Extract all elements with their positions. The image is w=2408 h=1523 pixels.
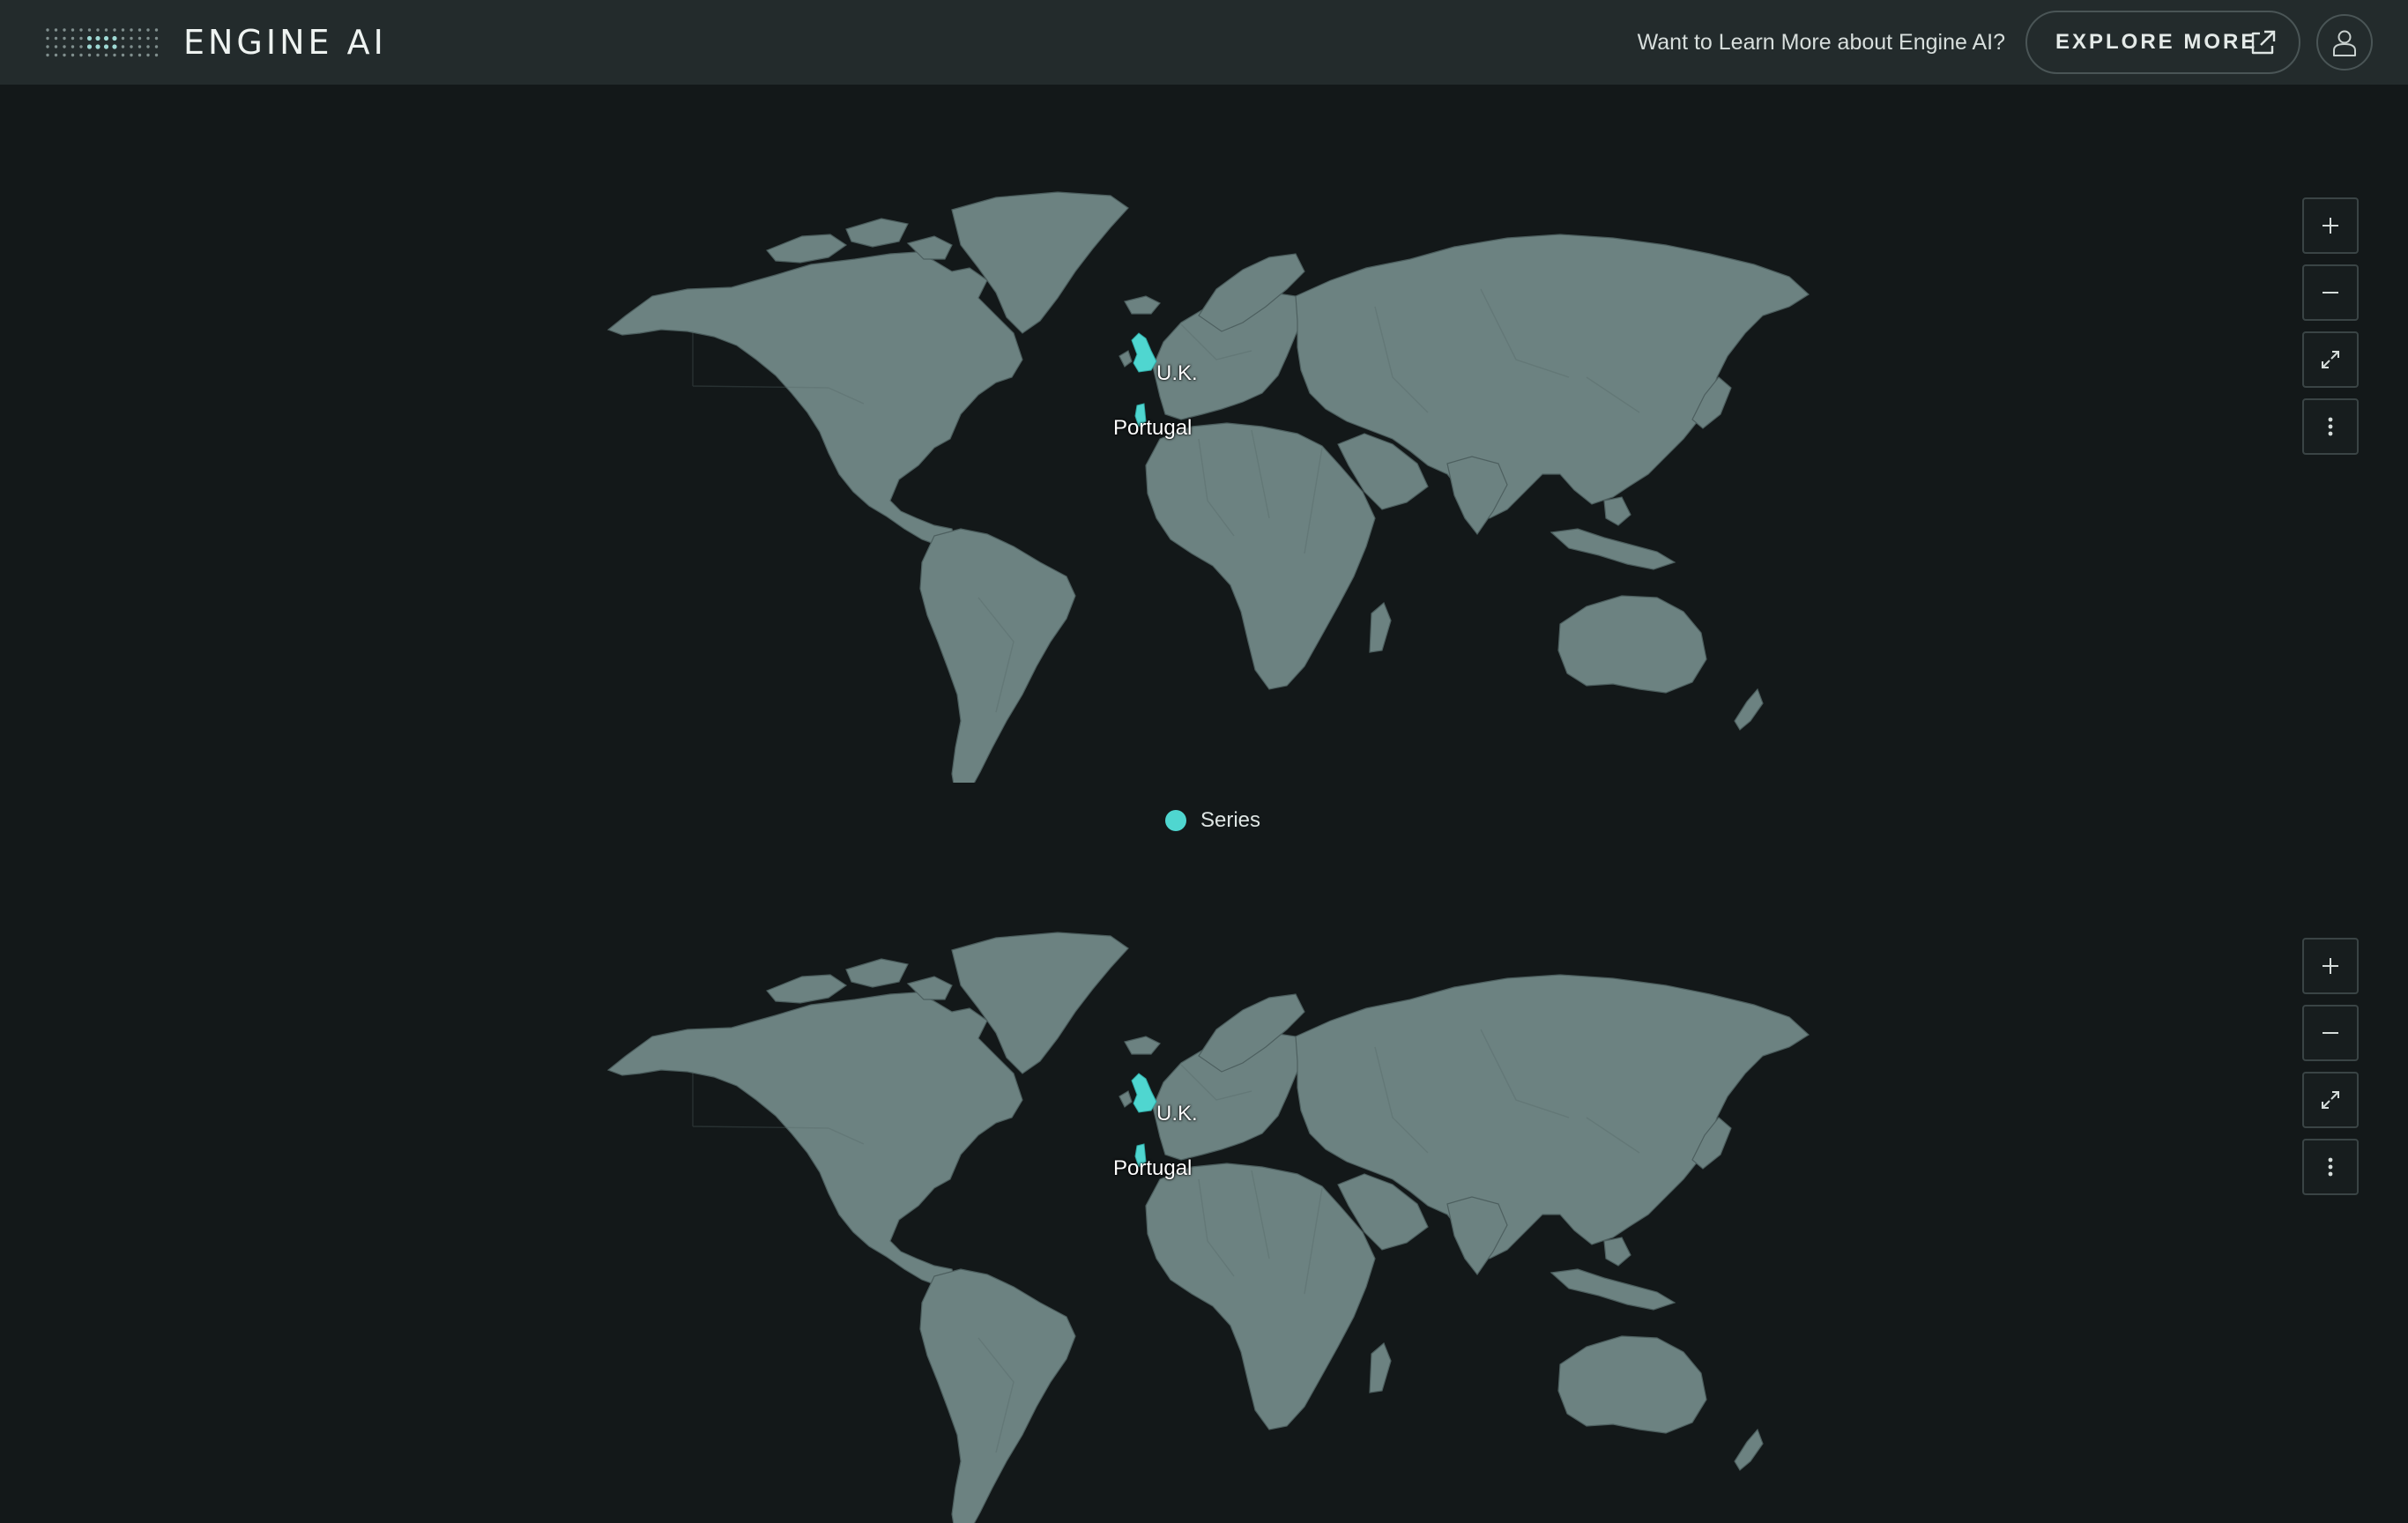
more-options-button[interactable] — [2302, 398, 2359, 455]
vertical-dots-icon — [2328, 1157, 2333, 1177]
explore-more-label: EXPLORE MORE — [2055, 30, 2258, 54]
external-link-icon — [2251, 30, 2276, 55]
explore-more-button[interactable]: EXPLORE MORE — [2025, 11, 2300, 74]
user-account-button[interactable] — [2316, 14, 2373, 71]
vertical-dots-icon — [2328, 417, 2333, 436]
minus-icon — [2323, 1032, 2338, 1034]
zoom-in-button[interactable] — [2302, 197, 2359, 254]
map-label-portugal: Portugal — [1113, 416, 1193, 440]
world-map-countries — [607, 932, 1810, 1523]
world-map[interactable] — [599, 183, 1816, 783]
expand-icon — [2322, 1091, 2339, 1109]
minus-icon — [2323, 292, 2338, 293]
plus-icon — [2323, 218, 2338, 234]
map-panel-2: U.K. Portugal — [0, 825, 2408, 1523]
user-icon — [2333, 30, 2356, 56]
map-label-uk: U.K. — [1156, 361, 1198, 385]
world-map[interactable] — [599, 924, 1816, 1523]
map-label-uk: U.K. — [1156, 1102, 1198, 1126]
fullscreen-button[interactable] — [2302, 331, 2359, 388]
map-panel-1: U.K. Portugal Series — [0, 85, 2408, 843]
dot-grid-logo-icon — [46, 28, 159, 57]
more-options-button[interactable] — [2302, 1139, 2359, 1195]
zoom-in-button[interactable] — [2302, 938, 2359, 994]
plus-icon — [2323, 958, 2338, 974]
world-map-countries — [607, 191, 1810, 783]
brand-name: ENGINE AI — [183, 23, 387, 62]
fullscreen-button[interactable] — [2302, 1072, 2359, 1128]
zoom-out-button[interactable] — [2302, 264, 2359, 321]
learn-more-text: Want to Learn More about Engine AI? — [1637, 30, 2005, 55]
map-label-portugal: Portugal — [1113, 1156, 1193, 1180]
zoom-out-button[interactable] — [2302, 1005, 2359, 1061]
expand-icon — [2322, 351, 2339, 368]
top-bar: ENGINE AI Want to Learn More about Engin… — [0, 0, 2408, 85]
